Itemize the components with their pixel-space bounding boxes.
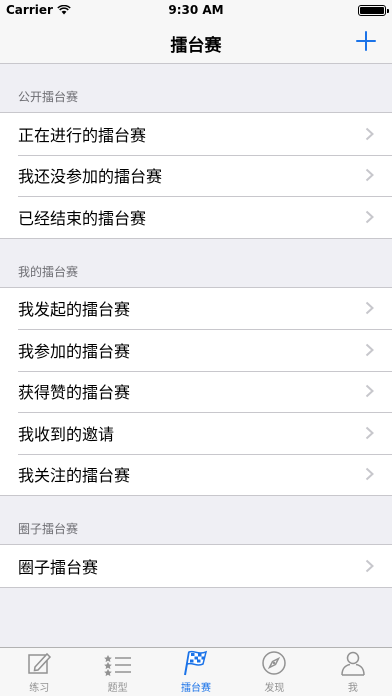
list-item[interactable]: 圈子擂台赛 (0, 545, 392, 587)
status-time: 9:30 AM (168, 3, 224, 17)
list-item[interactable]: 正在进行的擂台赛 (0, 113, 392, 155)
chevron-right-icon (365, 559, 374, 572)
list-item-label: 我收到的邀请 (18, 424, 115, 444)
tab-label: 发现 (264, 683, 285, 694)
page-title: 擂台赛 (170, 36, 222, 56)
table-view: 公开擂台赛 正在进行的擂台赛 我还没参加的擂台赛 已经结束的擂台赛 我的擂台赛 … (0, 64, 392, 588)
chevron-right-icon (365, 343, 374, 356)
section-header-mine: 我的擂台赛 (18, 264, 79, 279)
list-item[interactable]: 我收到的邀请 (0, 412, 392, 454)
list-item-label: 我参加的擂台赛 (18, 341, 131, 361)
tab-label: 练习 (29, 683, 50, 694)
chevron-right-icon (365, 385, 374, 398)
list-item[interactable]: 我发起的擂台赛 (0, 288, 392, 330)
chevron-right-icon (365, 169, 374, 182)
list-icon (103, 655, 131, 677)
tab-discover[interactable]: 发现 (235, 648, 313, 696)
chevron-right-icon (365, 302, 374, 315)
tab-question-types[interactable]: 题型 (78, 648, 156, 696)
section-header-public: 公开擂台赛 (18, 90, 79, 104)
navigation-bar: 擂台赛 (0, 20, 392, 64)
section-group-circle: 圈子擂台赛 (0, 544, 392, 588)
list-item-label: 正在进行的擂台赛 (18, 125, 147, 145)
flag-icon (184, 650, 208, 676)
section-header-circle: 圈子擂台赛 (18, 522, 79, 536)
list-item-label: 获得赞的擂台赛 (18, 383, 131, 403)
list-item-label: 我关注的擂台赛 (18, 466, 131, 486)
list-item[interactable]: 我参加的擂台赛 (0, 329, 392, 371)
chevron-right-icon (365, 127, 374, 140)
tab-arena[interactable]: 擂台赛 (157, 648, 235, 696)
section-group-mine: 我发起的擂台赛 我参加的擂台赛 获得赞的擂台赛 我收到的邀请 我关注的擂台赛 (0, 286, 392, 496)
tab-practice[interactable]: 练习 (0, 648, 78, 696)
list-item[interactable]: 我还没参加的擂台赛 (0, 154, 392, 197)
list-item[interactable]: 获得赞的擂台赛 (0, 370, 392, 413)
tab-label: 擂台赛 (181, 683, 212, 694)
compass-icon (262, 651, 287, 675)
plus-icon[interactable] (354, 29, 378, 53)
list-item-label: 我还没参加的擂台赛 (18, 167, 163, 187)
pencil-icon (28, 652, 52, 674)
battery-icon (358, 5, 389, 16)
list-item-label: 我发起的擂台赛 (18, 300, 131, 320)
chevron-right-icon (365, 426, 374, 439)
list-item-label: 已经结束的擂台赛 (18, 208, 147, 228)
tab-label: 我 (347, 683, 358, 694)
chevron-right-icon (365, 210, 374, 223)
list-item-label: 圈子擂台赛 (18, 557, 99, 577)
list-item[interactable]: 已经结束的擂台赛 (0, 196, 392, 238)
list-item[interactable]: 我关注的擂台赛 (0, 453, 392, 496)
status-bar: Carrier 9:30 AM (0, 0, 392, 20)
tab-label: 题型 (107, 683, 128, 694)
tab-bar: 练习 题型 擂台赛 发现 我 (0, 647, 392, 696)
tab-me[interactable]: 我 (314, 648, 392, 696)
chevron-right-icon (365, 468, 374, 481)
section-group-public: 正在进行的擂台赛 我还没参加的擂台赛 已经结束的擂台赛 (0, 112, 392, 239)
person-icon (341, 651, 365, 676)
